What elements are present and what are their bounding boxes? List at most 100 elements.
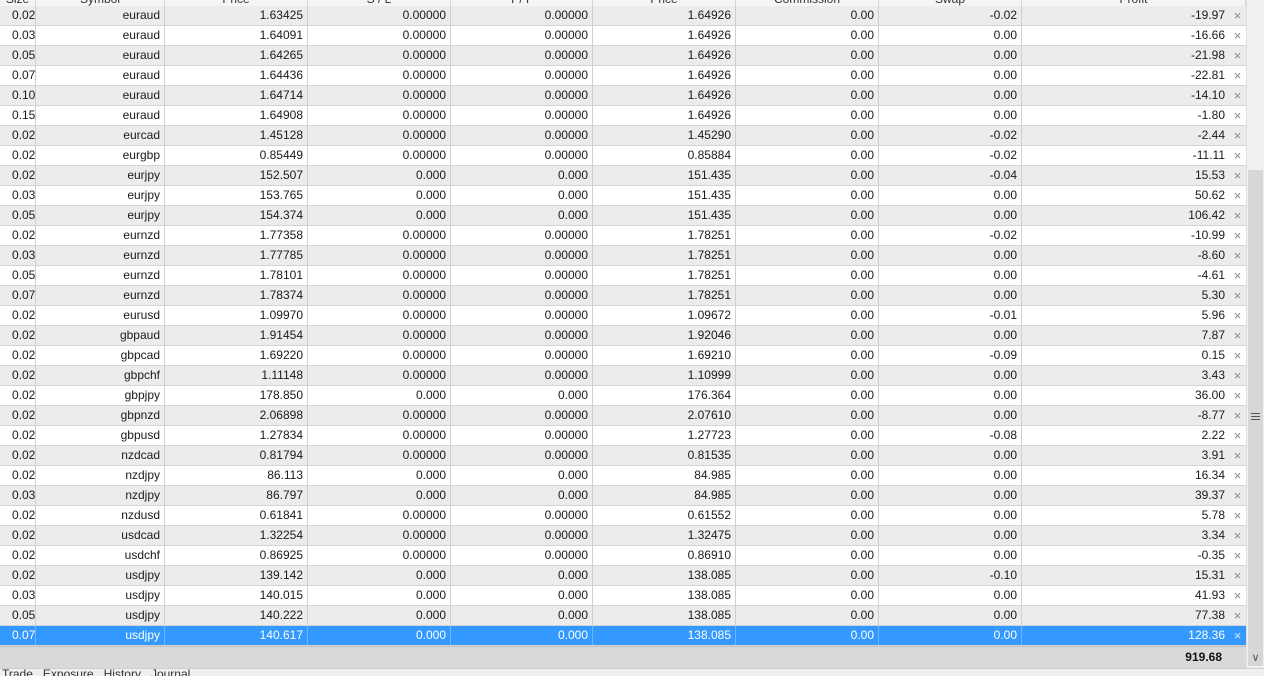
table-row[interactable]: 0.02 nzdusd 0.61841 0.00000 0.00000 0.61552 0.… xyxy=(0,506,1246,526)
close-position-icon[interactable]: × xyxy=(1229,606,1246,625)
cell-size: 0.02 xyxy=(0,306,36,325)
table-row[interactable]: 0.02 nzdcad 0.81794 0.00000 0.00000 0.81535 0.… xyxy=(0,446,1246,466)
table-row[interactable]: 0.02 eurusd 1.09970 0.00000 0.00000 1.09672 0.… xyxy=(0,306,1246,326)
close-position-icon[interactable]: × xyxy=(1229,306,1246,325)
table-row[interactable]: 0.10 euraud 1.64714 0.00000 0.00000 1.64926 0.… xyxy=(0,86,1246,106)
close-position-icon[interactable]: × xyxy=(1229,6,1246,25)
cell-current-price: 1.78251 xyxy=(593,286,736,305)
cell-open-price: 140.222 xyxy=(165,606,308,625)
cell-symbol: eurnzd xyxy=(36,266,165,285)
cell-size: 0.05 xyxy=(0,606,36,625)
table-row[interactable]: 0.05 eurjpy 154.374 0.000 0.000 151.435 0.00 0.… xyxy=(0,206,1246,226)
cell-take-profit: 0.000 xyxy=(451,626,593,645)
close-position-icon[interactable]: × xyxy=(1229,286,1246,305)
cell-stop-loss: 0.00000 xyxy=(308,226,451,245)
table-row[interactable]: 0.02 usdchf 0.86925 0.00000 0.00000 0.86910 0.… xyxy=(0,546,1246,566)
cell-symbol: usdjpy xyxy=(36,586,165,605)
table-row[interactable]: 0.02 eurnzd 1.77358 0.00000 0.00000 1.78251 0.… xyxy=(0,226,1246,246)
close-position-icon[interactable]: × xyxy=(1229,446,1246,465)
table-row[interactable]: 0.02 gbpnzd 2.06898 0.00000 0.00000 2.07610 0.… xyxy=(0,406,1246,426)
scroll-thumb[interactable] xyxy=(1248,170,1263,666)
close-position-icon[interactable]: × xyxy=(1229,546,1246,565)
tab-trade[interactable]: Trade xyxy=(2,669,33,676)
table-row[interactable]: 0.15 euraud 1.64908 0.00000 0.00000 1.64926 0.… xyxy=(0,106,1246,126)
close-position-icon[interactable]: × xyxy=(1229,226,1246,245)
table-row[interactable]: 0.02 eurjpy 152.507 0.000 0.000 151.435 0.00 -0… xyxy=(0,166,1246,186)
close-position-icon[interactable]: × xyxy=(1229,166,1246,185)
table-row[interactable]: 0.02 eurgbp 0.85449 0.00000 0.00000 0.85884 0.… xyxy=(0,146,1246,166)
close-position-icon[interactable]: × xyxy=(1229,86,1246,105)
close-position-icon[interactable]: × xyxy=(1229,266,1246,285)
cell-commission: 0.00 xyxy=(736,246,879,265)
close-position-icon[interactable]: × xyxy=(1229,326,1246,345)
table-row[interactable]: 0.05 eurnzd 1.78101 0.00000 0.00000 1.78251 0.… xyxy=(0,266,1246,286)
cell-symbol: usdcad xyxy=(36,526,165,545)
close-position-icon[interactable]: × xyxy=(1229,126,1246,145)
close-position-icon[interactable]: × xyxy=(1229,406,1246,425)
table-row[interactable]: 0.02 nzdjpy 86.113 0.000 0.000 84.985 0.00 0.00… xyxy=(0,466,1246,486)
close-position-icon[interactable]: × xyxy=(1229,466,1246,485)
close-position-icon[interactable]: × xyxy=(1229,346,1246,365)
scroll-down-icon[interactable]: ∨ xyxy=(1247,650,1264,667)
table-row[interactable]: 0.02 usdjpy 139.142 0.000 0.000 138.085 0.00 -0… xyxy=(0,566,1246,586)
close-position-icon[interactable]: × xyxy=(1229,386,1246,405)
close-position-icon[interactable]: × xyxy=(1229,46,1246,65)
cell-stop-loss: 0.00000 xyxy=(308,306,451,325)
table-row[interactable]: 0.03 usdjpy 140.015 0.000 0.000 138.085 0.00 0.… xyxy=(0,586,1246,606)
table-row[interactable]: 0.02 euraud 1.63425 0.00000 0.00000 1.64926 0.… xyxy=(0,6,1246,26)
cell-open-price: 154.374 xyxy=(165,206,308,225)
close-position-icon[interactable]: × xyxy=(1229,486,1246,505)
cell-size: 0.02 xyxy=(0,346,36,365)
table-row[interactable]: 0.02 gbpusd 1.27834 0.00000 0.00000 1.27723 0.… xyxy=(0,426,1246,446)
table-row[interactable]: 0.02 gbpaud 1.91454 0.00000 0.00000 1.92046 0.… xyxy=(0,326,1246,346)
table-row[interactable]: 0.07 euraud 1.64436 0.00000 0.00000 1.64926 0.… xyxy=(0,66,1246,86)
cell-take-profit: 0.00000 xyxy=(451,526,593,545)
close-position-icon[interactable]: × xyxy=(1229,146,1246,165)
close-position-icon[interactable]: × xyxy=(1229,206,1246,225)
table-row[interactable]: 0.05 euraud 1.64265 0.00000 0.00000 1.64926 0.… xyxy=(0,46,1246,66)
table-row[interactable]: 0.02 eurcad 1.45128 0.00000 0.00000 1.45290 0.… xyxy=(0,126,1246,146)
cell-open-price: 1.64265 xyxy=(165,46,308,65)
table-row[interactable]: 0.05 usdjpy 140.222 0.000 0.000 138.085 0.00 0.… xyxy=(0,606,1246,626)
cell-symbol: gbpchf xyxy=(36,366,165,385)
cell-take-profit: 0.00000 xyxy=(451,66,593,85)
close-position-icon[interactable]: × xyxy=(1229,566,1246,585)
close-position-icon[interactable]: × xyxy=(1229,506,1246,525)
table-row[interactable]: 0.03 euraud 1.64091 0.00000 0.00000 1.64926 0.… xyxy=(0,26,1246,46)
tab-history[interactable]: History xyxy=(104,669,141,676)
cell-swap: 0.00 xyxy=(879,286,1022,305)
cell-symbol: euraud xyxy=(36,6,165,25)
table-row[interactable]: 0.03 nzdjpy 86.797 0.000 0.000 84.985 0.00 0.00… xyxy=(0,486,1246,506)
table-row[interactable]: 0.03 eurjpy 153.765 0.000 0.000 151.435 0.00 0.… xyxy=(0,186,1246,206)
close-position-icon[interactable]: × xyxy=(1229,426,1246,445)
table-row[interactable]: 0.02 gbpjpy 178.850 0.000 0.000 176.364 0.00 0.… xyxy=(0,386,1246,406)
cell-stop-loss: 0.000 xyxy=(308,566,451,585)
close-position-icon[interactable]: × xyxy=(1229,246,1246,265)
close-position-icon[interactable]: × xyxy=(1229,626,1246,645)
tab-journal[interactable]: Journal xyxy=(151,669,190,676)
close-position-icon[interactable]: × xyxy=(1229,526,1246,545)
cell-stop-loss: 0.00000 xyxy=(308,86,451,105)
vertical-scrollbar[interactable]: ∨ xyxy=(1246,0,1264,668)
cell-take-profit: 0.00000 xyxy=(451,46,593,65)
table-row[interactable]: 0.02 gbpcad 1.69220 0.00000 0.00000 1.69210 0.… xyxy=(0,346,1246,366)
cell-profit: 39.37 xyxy=(1194,488,1225,502)
cell-symbol: eurcad xyxy=(36,126,165,145)
cell-take-profit: 0.000 xyxy=(451,386,593,405)
close-position-icon[interactable]: × xyxy=(1229,66,1246,85)
table-row[interactable]: 0.02 usdcad 1.32254 0.00000 0.00000 1.32475 0.… xyxy=(0,526,1246,546)
close-position-icon[interactable]: × xyxy=(1229,366,1246,385)
cell-size: 0.15 xyxy=(0,106,36,125)
tab-exposure[interactable]: Exposure xyxy=(43,669,94,676)
close-position-icon[interactable]: × xyxy=(1229,186,1246,205)
table-row[interactable]: 0.07 eurnzd 1.78374 0.00000 0.00000 1.78251 0.… xyxy=(0,286,1246,306)
close-position-icon[interactable]: × xyxy=(1229,106,1246,125)
cell-stop-loss: 0.000 xyxy=(308,166,451,185)
close-position-icon[interactable]: × xyxy=(1229,26,1246,45)
table-row[interactable]: 0.07 usdjpy 140.617 0.000 0.000 138.085 0.00 0.… xyxy=(0,626,1246,646)
table-row[interactable]: 0.02 gbpchf 1.11148 0.00000 0.00000 1.10999 0.… xyxy=(0,366,1246,386)
cell-profit: 128.36 xyxy=(1188,628,1225,642)
cell-profit: -11.11 xyxy=(1192,148,1225,162)
table-row[interactable]: 0.03 eurnzd 1.77785 0.00000 0.00000 1.78251 0.… xyxy=(0,246,1246,266)
close-position-icon[interactable]: × xyxy=(1229,586,1246,605)
